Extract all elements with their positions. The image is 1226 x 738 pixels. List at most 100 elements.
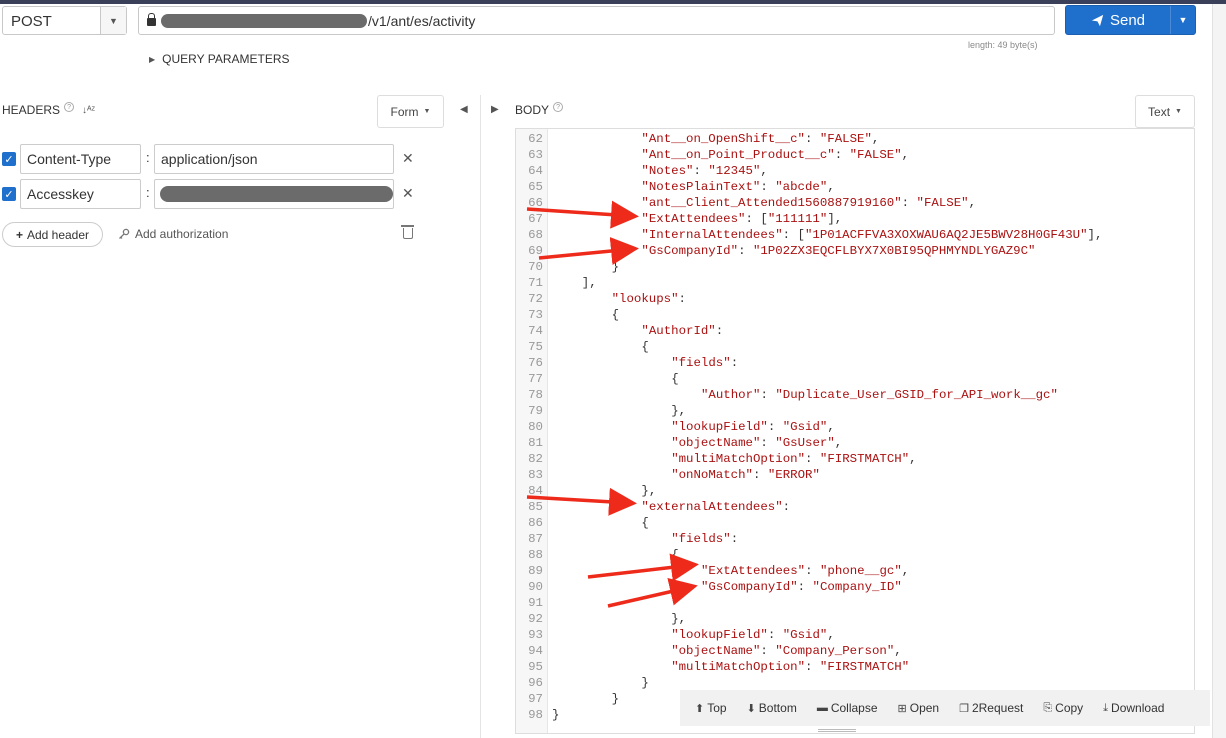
- json-punctuation: : [: [782, 228, 805, 242]
- code-line: 77 {: [516, 371, 1194, 387]
- help-icon[interactable]: ?: [64, 102, 75, 112]
- form-label: Form: [390, 104, 419, 119]
- line-number: 91: [516, 595, 543, 611]
- download-label: Download: [1111, 701, 1165, 715]
- json-string: "FIRSTMATCH": [819, 660, 910, 674]
- code-line: 62 "Ant__on_OpenShift__c": "FALSE",: [516, 131, 1194, 147]
- page-scrollbar[interactable]: [1212, 4, 1226, 738]
- line-number: 75: [516, 339, 543, 355]
- to-request-button[interactable]: ❐ 2Request: [959, 701, 1023, 715]
- line-number: 74: [516, 323, 543, 339]
- json-punctuation: }: [611, 692, 620, 706]
- collapse-left-icon[interactable]: ◀: [460, 104, 468, 115]
- code-line: 88 {: [516, 547, 1194, 563]
- header-enabled-checkbox[interactable]: ✓: [2, 152, 16, 166]
- collapse-right-icon[interactable]: ▶: [491, 104, 499, 115]
- json-string: "GsCompanyId": [701, 580, 798, 594]
- json-string: "Company_Person": [775, 644, 895, 658]
- json-punctuation: :: [760, 180, 776, 194]
- json-string: "externalAttendees": [641, 500, 783, 514]
- json-punctuation: :: [693, 164, 709, 178]
- code-line: 66 "ant__Client_Attended1560887919160": "…: [516, 195, 1194, 211]
- json-string: "1P02ZX3EQCFLBYX7X0BI95QPHMYNDLYGAZ9C": [752, 244, 1036, 258]
- line-number: 96: [516, 675, 543, 691]
- code-text: "multiMatchOption": "FIRSTMATCH": [671, 659, 909, 675]
- code-text: "fields":: [671, 531, 738, 547]
- json-punctuation: {: [611, 308, 620, 322]
- code-text: "objectName": "GsUser",: [671, 435, 842, 451]
- query-parameters-toggle[interactable]: ▶ QUERY PARAMETERS: [149, 52, 290, 66]
- json-string: "Author": [701, 388, 761, 402]
- chevron-down-icon[interactable]: ▼: [100, 7, 126, 34]
- line-number: 67: [516, 211, 543, 227]
- line-number: 92: [516, 611, 543, 627]
- bottom-button[interactable]: ⬇ Bottom: [747, 701, 797, 715]
- code-line: 91: [516, 595, 1194, 611]
- json-string: "AuthorId": [641, 324, 716, 338]
- line-number: 95: [516, 659, 543, 675]
- code-line: 74 "AuthorId":: [516, 323, 1194, 339]
- help-icon[interactable]: ?: [553, 102, 564, 112]
- plus-icon: +: [15, 227, 23, 242]
- json-string: "objectName": [671, 644, 761, 658]
- code-line: 87 "fields":: [516, 531, 1194, 547]
- line-number: 93: [516, 627, 543, 643]
- copy-button[interactable]: ⎘ Copy: [1043, 701, 1083, 715]
- json-punctuation: :: [730, 532, 739, 546]
- open-button[interactable]: ⊞ Open: [898, 701, 940, 715]
- code-text: },: [671, 611, 686, 627]
- redacted-value: [160, 186, 393, 202]
- top-button[interactable]: ⬆ Top: [695, 701, 727, 715]
- header-key-input[interactable]: Accesskey: [20, 179, 141, 209]
- lock-icon: [147, 13, 156, 26]
- code-text: "Ant__on_Point_Product__c": "FALSE",: [641, 147, 909, 163]
- json-string: "ExtAttendees": [701, 564, 806, 578]
- json-string: "multiMatchOption": [671, 452, 806, 466]
- header-value-input[interactable]: application/json: [154, 144, 394, 174]
- code-line: 68 "InternalAttendees": ["1P01ACFFVA3XOXW…: [516, 227, 1194, 243]
- send-options-chevron-icon[interactable]: ▼: [1170, 6, 1195, 34]
- code-text: },: [641, 483, 656, 499]
- method-select[interactable]: POST ▼: [2, 6, 127, 35]
- code-line: 94 "objectName": "Company_Person",: [516, 643, 1194, 659]
- send-main[interactable]: Send: [1066, 6, 1170, 34]
- collapse-button[interactable]: ▬ Collapse: [817, 701, 878, 715]
- json-string: "Ant__on_OpenShift__c": [641, 132, 805, 146]
- form-mode-button[interactable]: Form ▼: [377, 95, 444, 128]
- sort-az-icon[interactable]: ↓ᴬᶻ: [82, 105, 95, 116]
- line-number: 62: [516, 131, 543, 147]
- remove-header-icon[interactable]: ✕: [402, 150, 414, 167]
- json-punctuation: :: [805, 660, 820, 674]
- download-button[interactable]: ⤓ Download: [1103, 701, 1164, 715]
- json-punctuation: :: [752, 468, 768, 482]
- code-text: }: [612, 259, 619, 275]
- code-text: {: [612, 307, 619, 323]
- json-punctuation: :: [901, 196, 917, 210]
- trash-icon[interactable]: [401, 225, 414, 239]
- remove-header-icon[interactable]: ✕: [402, 185, 414, 202]
- url-input[interactable]: /v1/ant/es/activity: [138, 6, 1055, 35]
- line-number: 83: [516, 467, 543, 483]
- line-number: 63: [516, 147, 543, 163]
- collapse-label: Collapse: [830, 701, 878, 715]
- json-punctuation: :: [738, 244, 753, 258]
- json-punctuation: :: [760, 436, 776, 450]
- code-line: 67 "ExtAttendees": ["111111"],: [516, 211, 1194, 227]
- body-editor[interactable]: 62 "Ant__on_OpenShift__c": "FALSE", 63 "Ant…: [515, 128, 1195, 734]
- send-button[interactable]: Send ▼: [1065, 5, 1196, 35]
- add-authorization-link[interactable]: Add authorization: [118, 227, 228, 241]
- text-mode-button[interactable]: Text ▼: [1135, 95, 1195, 128]
- json-punctuation: :: [678, 292, 686, 306]
- top-label: Top: [707, 701, 727, 715]
- resize-grip[interactable]: [818, 729, 856, 732]
- add-header-button[interactable]: + Add header: [2, 222, 103, 247]
- header-enabled-checkbox[interactable]: ✓: [2, 187, 16, 201]
- bottom-label: Bottom: [758, 701, 797, 715]
- header-key-input[interactable]: Content-Type: [20, 144, 141, 174]
- code-line: 76 "fields":: [516, 355, 1194, 371]
- json-string: "abcde": [775, 180, 828, 194]
- panel-divider[interactable]: [480, 95, 481, 738]
- code-line: 63 "Ant__on_Point_Product__c": "FALSE",: [516, 147, 1194, 163]
- json-string: "phone__gc": [819, 564, 902, 578]
- header-value-input[interactable]: [154, 179, 394, 209]
